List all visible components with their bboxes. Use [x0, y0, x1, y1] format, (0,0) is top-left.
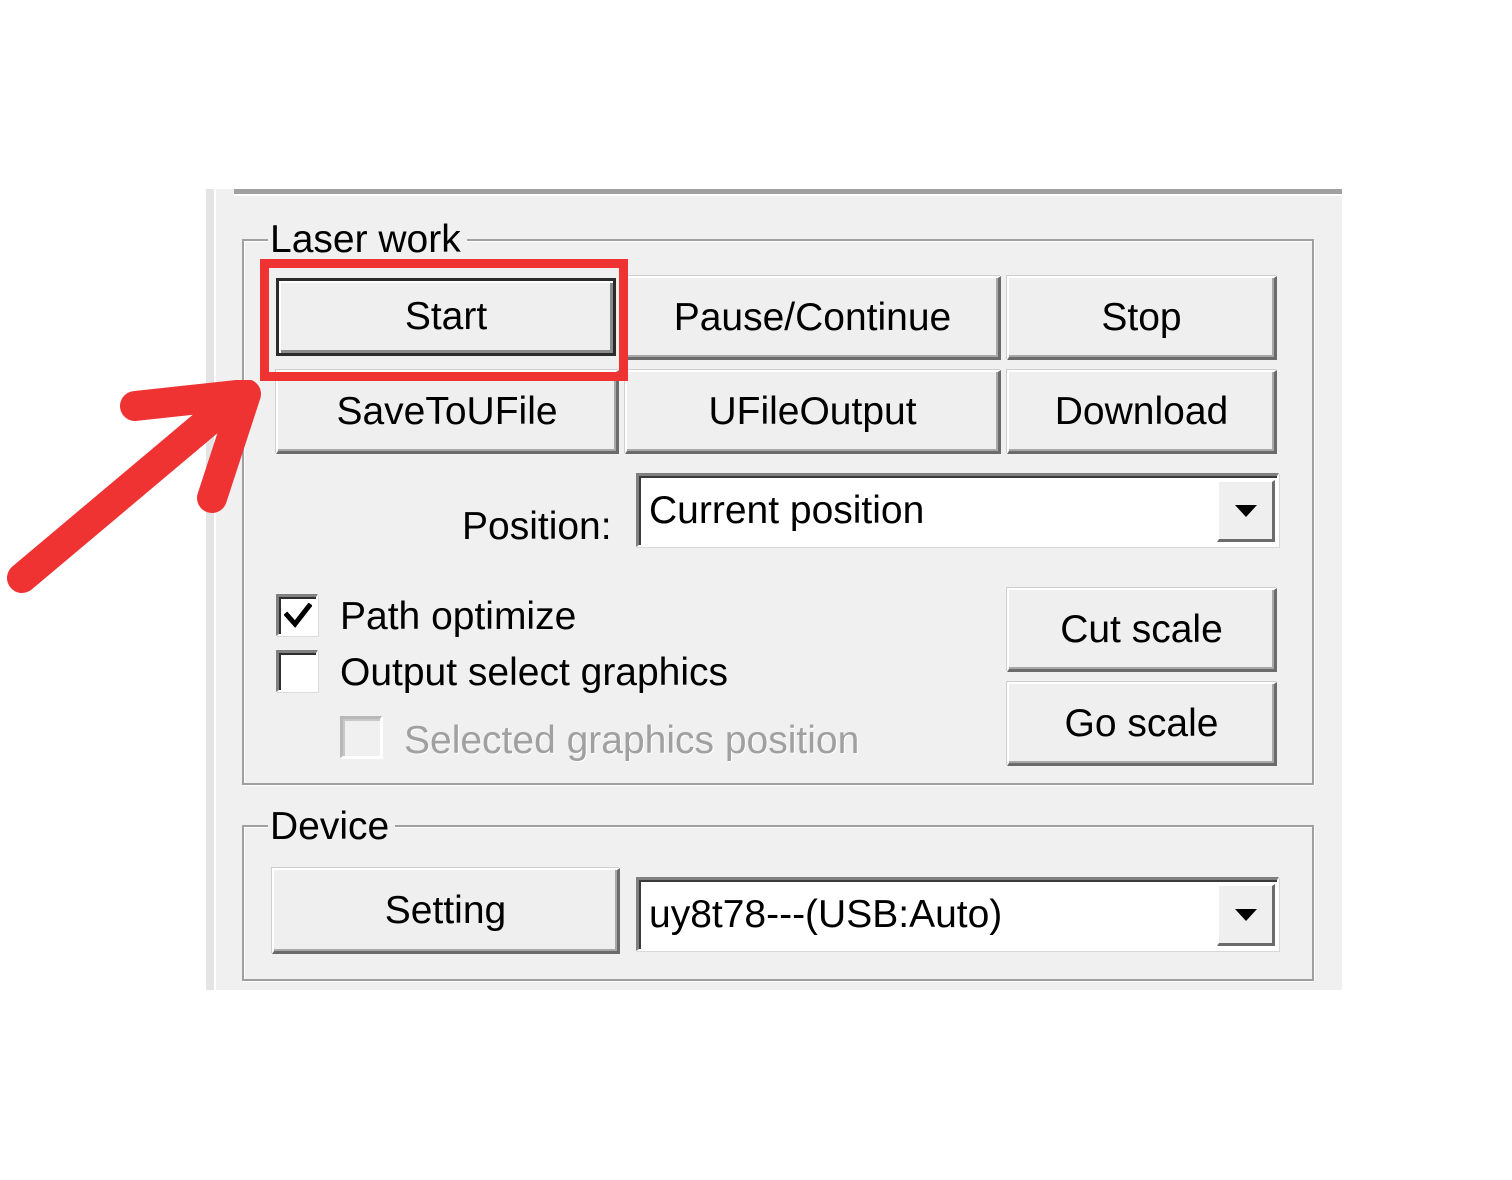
position-select[interactable]: Current position — [636, 473, 1279, 547]
output-select-graphics-label[interactable]: Output select graphics — [340, 651, 728, 695]
download-button[interactable]: Download — [1007, 370, 1277, 454]
pause-continue-button[interactable]: Pause/Continue — [625, 276, 1001, 360]
output-select-graphics-checkbox[interactable] — [276, 650, 318, 692]
path-optimize-label[interactable]: Path optimize — [340, 595, 576, 639]
chevron-down-icon[interactable] — [1217, 480, 1275, 542]
device-select[interactable]: uy8t78---(USB:Auto) — [636, 877, 1279, 951]
device-select-value: uy8t78---(USB:Auto) — [649, 892, 1003, 936]
setting-button[interactable]: Setting — [272, 868, 620, 954]
chevron-down-icon[interactable] — [1217, 884, 1275, 946]
path-optimize-checkbox[interactable] — [276, 594, 318, 636]
start-button[interactable]: Start — [276, 278, 616, 356]
position-label: Position: — [462, 505, 612, 548]
checkmark-icon — [283, 602, 312, 628]
screenshot-stage: Laser work Start Pause/Continue Stop Sav… — [0, 0, 1512, 1180]
cut-scale-button[interactable]: Cut scale — [1007, 588, 1277, 672]
go-scale-button[interactable]: Go scale — [1007, 682, 1277, 766]
laser-work-group-title: Laser work — [268, 218, 467, 262]
save-to-ufile-button[interactable]: SaveToUFile — [276, 370, 619, 454]
selected-graphics-position-label: Selected graphics position — [404, 719, 860, 762]
selected-graphics-position-checkbox — [340, 716, 382, 758]
position-select-value: Current position — [649, 488, 925, 532]
panel-left-edge — [206, 189, 216, 990]
device-group-title: Device — [268, 805, 396, 849]
ufile-output-button[interactable]: UFileOutput — [625, 370, 1001, 454]
panel-top-edge — [234, 189, 1342, 196]
stop-button[interactable]: Stop — [1007, 276, 1277, 360]
